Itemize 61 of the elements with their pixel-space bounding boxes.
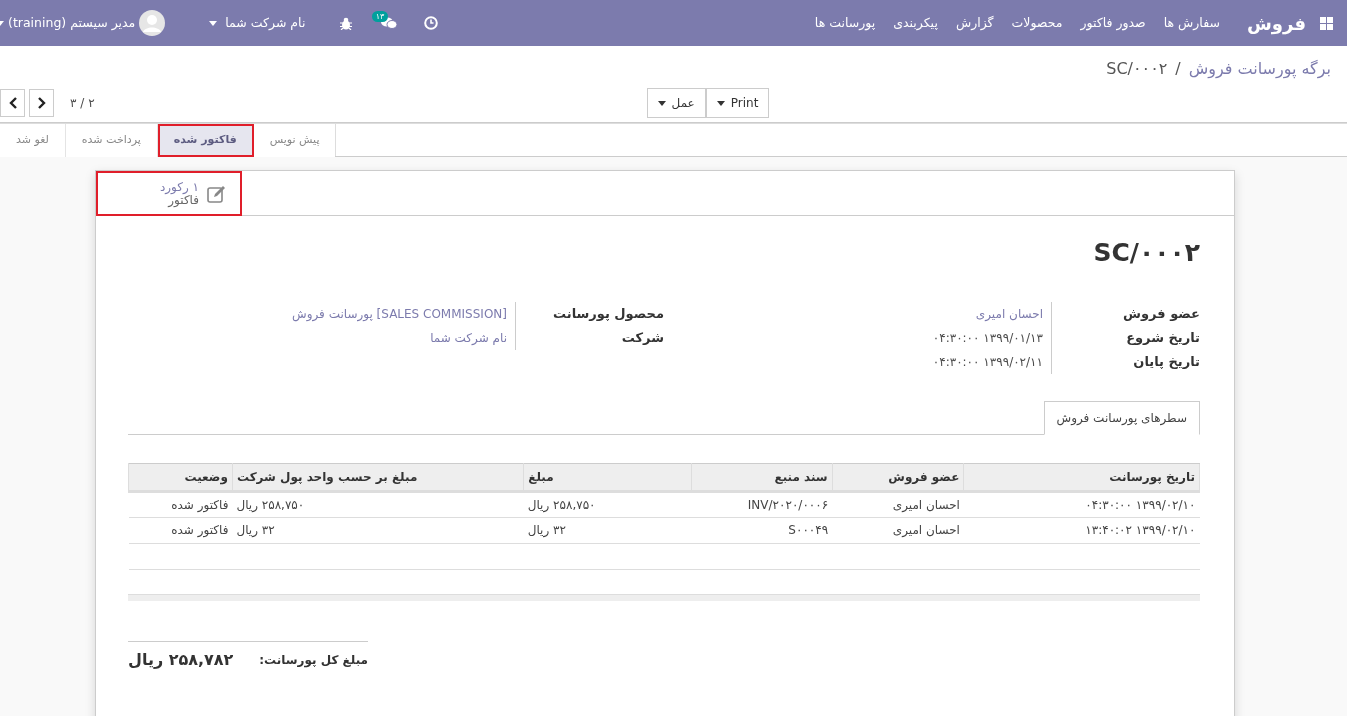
field-link[interactable]: [SALES COMMISSION] پورسانت فروش — [292, 301, 516, 326]
invoice-smart-button[interactable]: ۱ رکورد فاکتور — [96, 171, 242, 216]
status-step[interactable]: لغو شد — [0, 124, 66, 157]
table-cell: ۲۵۸,۷۵۰ ریال — [232, 491, 524, 517]
column-header[interactable]: وضعیت — [128, 463, 233, 491]
bug-icon[interactable] — [340, 16, 353, 30]
breadcrumb-separator: / — [1175, 58, 1181, 80]
pager-value: ۲ / ۳ — [70, 95, 95, 112]
field-link[interactable]: نام شرکت شما — [430, 325, 516, 350]
column-header[interactable]: تاریخ پورسانت — [963, 463, 1200, 491]
field-link[interactable]: احسان امیری — [975, 301, 1052, 326]
menu-item[interactable]: گزارش — [946, 13, 1003, 33]
menu-item[interactable]: پورسانت ها — [805, 13, 885, 33]
field-value: ۱۳۹۹/۰۲/۱۱ ۰۴:۳۰:۰۰ — [932, 349, 1052, 374]
next-button[interactable] — [29, 89, 54, 117]
status-step[interactable]: فاکتور شده — [157, 124, 254, 157]
menu-item[interactable]: صدور فاکتور — [1071, 13, 1155, 33]
column-header[interactable]: مبلغ بر حسب واحد پول شرکت — [232, 463, 524, 491]
table-cell: فاکتور شده — [128, 517, 233, 543]
table-cell: INV/۲۰۲۰/۰۰۰۶ — [691, 491, 833, 517]
notification-badge: ۱۳ — [371, 11, 389, 22]
total-value: ۲۵۸,۷۸۲ ریال — [128, 648, 234, 671]
breadcrumb-link[interactable]: برگه پورسانت فروش — [1188, 57, 1331, 81]
action-button[interactable]: عمل — [646, 88, 706, 118]
chevron-left-icon — [7, 97, 18, 109]
chevron-right-icon — [36, 97, 47, 109]
table-cell: ۳۲ ریال — [232, 517, 524, 543]
breadcrumb-current: SC/۰۰۰۲ — [1106, 58, 1168, 80]
column-header[interactable]: سند منبع — [691, 463, 833, 491]
field-label: عضو فروش — [1122, 304, 1200, 323]
total-label: مبلغ کل پورسانت: — [259, 651, 368, 669]
table-cell: ۳۲ ریال — [523, 517, 692, 543]
status-step[interactable]: پرداخت شده — [65, 124, 158, 157]
menu-item[interactable]: پیکربندی — [884, 13, 947, 33]
table-cell: S۰۰۰۴۹ — [691, 517, 833, 543]
column-header[interactable]: مبلغ — [523, 463, 692, 491]
print-button[interactable]: Print — [705, 88, 770, 118]
avatar-icon — [139, 10, 166, 36]
app-title: فروش — [1247, 11, 1306, 37]
field-label: شرکت — [620, 328, 664, 347]
field-label: تاریخ پایان — [1132, 352, 1200, 371]
record-title: SC/۰۰۰۲ — [1092, 237, 1200, 269]
field-label: محصول پورسانت — [552, 304, 664, 323]
clock-icon[interactable] — [424, 16, 439, 30]
field-label: تاریخ شروع — [1125, 328, 1200, 347]
table-cell: ۲۵۸,۷۵۰ ریال — [523, 491, 692, 517]
table-cell: فاکتور شده — [128, 491, 233, 517]
table-cell: احسان امیری — [832, 517, 964, 543]
edit-icon — [207, 184, 227, 203]
apps-menu-icon[interactable] — [1320, 16, 1333, 30]
table-cell: احسان امیری — [832, 491, 964, 517]
menu-item[interactable]: محصولات — [1002, 13, 1072, 33]
previous-button[interactable] — [0, 89, 25, 117]
table-cell: ۱۳۹۹/۰۲/۱۰ ۰۴:۳۰:۰۰ — [963, 491, 1200, 517]
company-dropdown[interactable]: نام شرکت شما — [200, 13, 315, 33]
field-value: ۱۳۹۹/۰۱/۱۳ ۰۴:۳۰:۰۰ — [932, 325, 1052, 350]
column-header[interactable]: عضو فروش — [832, 463, 964, 491]
menu-item[interactable]: سفارش ها — [1154, 13, 1229, 33]
user-menu[interactable]: مدیر سیستم (training) — [0, 10, 175, 36]
table-cell: ۱۳۹۹/۰۲/۱۰ ۱۳:۴۰:۰۲ — [963, 517, 1200, 543]
tab[interactable]: سطرهای پورسانت فروش — [1043, 400, 1200, 435]
